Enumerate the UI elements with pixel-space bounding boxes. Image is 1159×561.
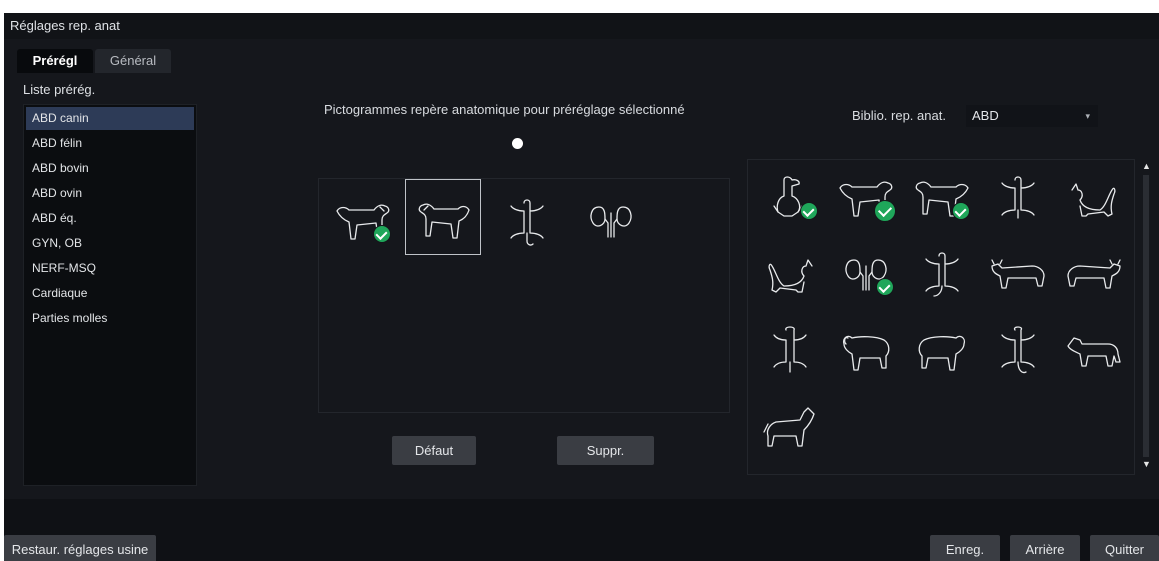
library-item-cow-lateral-right[interactable] bbox=[982, 242, 1054, 314]
dog-dorsal-icon bbox=[1001, 176, 1035, 219]
sheep-lateral-left-icon bbox=[918, 335, 966, 371]
cow-dorsal-icon bbox=[773, 326, 807, 373]
delete-button[interactable]: Suppr. bbox=[557, 436, 654, 465]
library-select[interactable]: ABD ▾ bbox=[966, 105, 1098, 127]
default-button[interactable]: Défaut bbox=[392, 436, 476, 465]
quit-button[interactable]: Quitter bbox=[1090, 535, 1159, 561]
tab-general[interactable]: Général bbox=[95, 49, 171, 73]
library-item-sheep-lateral-right[interactable] bbox=[830, 318, 902, 390]
library-item-sheep-dorsal[interactable] bbox=[982, 318, 1054, 390]
library-item-dog-lateral-right[interactable] bbox=[830, 166, 902, 238]
preset-item-abd-bovine[interactable]: ABD bovin bbox=[26, 157, 194, 180]
library-item-cat-lateral-left[interactable] bbox=[754, 242, 826, 314]
check-badge-icon bbox=[952, 202, 970, 220]
cat-lateral-right-icon bbox=[1071, 183, 1116, 217]
window-title: Réglages rep. anat bbox=[4, 13, 1159, 39]
anatomical-marker-settings-window: Réglages rep. anat Prérégl Général Liste… bbox=[4, 13, 1159, 561]
tab-bar: Prérégl Général bbox=[17, 49, 173, 73]
tab-presets[interactable]: Prérégl bbox=[17, 49, 93, 73]
sheep-lateral-right-icon bbox=[842, 335, 890, 371]
horse-lateral-right-icon bbox=[1067, 337, 1121, 367]
library-select-value: ABD bbox=[972, 108, 999, 123]
library-item-horse-lateral-left[interactable] bbox=[754, 394, 826, 466]
scroll-up-icon[interactable]: ▲ bbox=[1142, 161, 1151, 171]
kidneys-icon bbox=[590, 206, 632, 238]
check-badge-icon bbox=[874, 200, 896, 222]
library-item-dog-lateral-left[interactable] bbox=[906, 166, 978, 238]
preset-item-nerve-msk[interactable]: NERF-MSQ bbox=[26, 257, 194, 280]
kidneys-icon bbox=[845, 259, 887, 291]
scroll-track[interactable] bbox=[1143, 175, 1149, 457]
cat-dorsal-icon bbox=[925, 252, 959, 297]
library-item-dog-sitting-dorsal[interactable] bbox=[754, 166, 826, 238]
check-badge-icon bbox=[876, 278, 894, 296]
preset-item-cardiac[interactable]: Cardiaque bbox=[26, 282, 194, 305]
picto-dog-lateral-left[interactable] bbox=[405, 179, 481, 255]
preset-item-gyn-ob[interactable]: GYN, OB bbox=[26, 232, 194, 255]
save-button[interactable]: Enreg. bbox=[930, 535, 1000, 561]
horse-lateral-left-icon bbox=[763, 407, 815, 447]
preset-list-label: Liste prérég. bbox=[23, 82, 96, 97]
check-badge-icon bbox=[800, 202, 818, 220]
dog-lateral-right-icon bbox=[336, 204, 390, 240]
picto-dog-lateral-right[interactable] bbox=[327, 189, 399, 261]
dog-lateral-left-icon bbox=[418, 203, 470, 239]
selected-pictos-area bbox=[318, 178, 730, 413]
cow-lateral-right-icon bbox=[991, 259, 1045, 289]
preset-item-soft-tissue[interactable]: Parties molles bbox=[26, 307, 194, 330]
back-button[interactable]: Arrière bbox=[1010, 535, 1080, 561]
library-item-cow-lateral-left[interactable] bbox=[1058, 242, 1130, 314]
library-item-kidneys[interactable] bbox=[830, 242, 902, 314]
library-item-horse-lateral-right[interactable] bbox=[1058, 318, 1130, 390]
dog-sitting-dorsal-icon bbox=[773, 176, 803, 217]
picto-kidneys[interactable] bbox=[575, 189, 647, 261]
dog-dorsal-icon bbox=[510, 199, 544, 246]
sheep-dorsal-icon bbox=[1001, 326, 1035, 374]
dropdown-arrow-icon: ▾ bbox=[1085, 111, 1090, 121]
preset-item-abd-canine[interactable]: ABD canin bbox=[26, 107, 194, 130]
check-badge-icon bbox=[373, 225, 391, 243]
dog-lateral-left-icon bbox=[915, 181, 969, 217]
scroll-down-icon[interactable]: ▼ bbox=[1142, 459, 1151, 469]
library-item-cat-dorsal[interactable] bbox=[906, 242, 978, 314]
library-item-sheep-lateral-left[interactable] bbox=[906, 318, 978, 390]
library-item-cat-lateral-right[interactable] bbox=[1058, 166, 1130, 238]
preset-item-abd-equine[interactable]: ABD éq. bbox=[26, 207, 194, 230]
cow-lateral-left-icon bbox=[1067, 259, 1121, 289]
library-item-dog-dorsal[interactable] bbox=[982, 166, 1054, 238]
preset-list[interactable]: ABD canin ABD félin ABD bovin ABD ovin A… bbox=[23, 104, 197, 486]
picto-dog-dorsal[interactable] bbox=[491, 189, 563, 261]
library-pictos-area[interactable] bbox=[747, 159, 1135, 475]
library-scrollbar[interactable]: ▲ ▼ bbox=[1139, 159, 1153, 473]
library-item-cow-dorsal[interactable] bbox=[754, 318, 826, 390]
library-label: Biblio. rep. anat. bbox=[852, 108, 946, 123]
preset-item-abd-ovine[interactable]: ABD ovin bbox=[26, 182, 194, 205]
cat-lateral-left-icon bbox=[768, 259, 813, 293]
footer-bar: Restaur. réglages usine Enreg. Arrière Q… bbox=[4, 499, 1159, 561]
page-indicator-dot bbox=[512, 138, 523, 149]
restore-factory-settings-button[interactable]: Restaur. réglages usine bbox=[4, 535, 156, 561]
selected-pictos-title: Pictogrammes repère anatomique pour prér… bbox=[324, 102, 685, 117]
preset-item-abd-feline[interactable]: ABD félin bbox=[26, 132, 194, 155]
